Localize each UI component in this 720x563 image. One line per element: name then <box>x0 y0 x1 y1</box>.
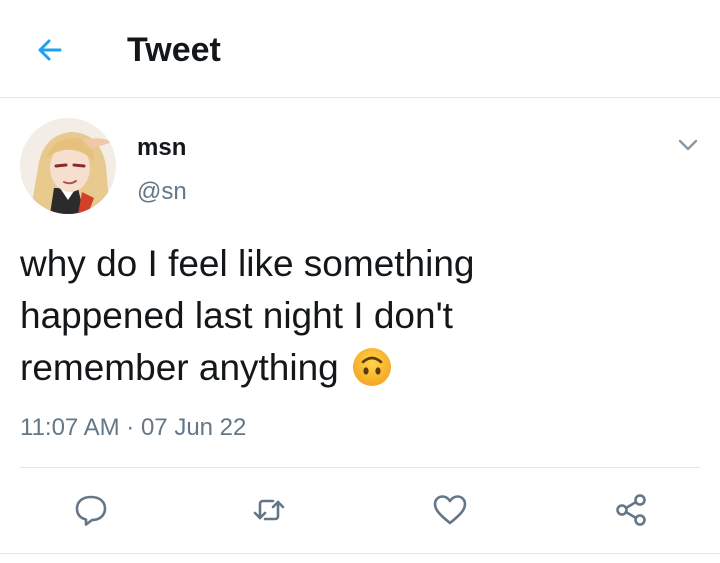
reply-button[interactable] <box>69 488 113 532</box>
retweet-icon <box>253 499 285 521</box>
user-handle[interactable]: @sn <box>137 177 187 207</box>
upside-down-face-emoji <box>351 346 393 388</box>
page-title: Tweet <box>127 31 221 69</box>
display-name[interactable]: msn <box>137 133 186 163</box>
arrow-left-icon <box>38 39 62 61</box>
tweet-text-line: why do I feel like something <box>20 243 475 284</box>
more-options-button[interactable] <box>672 132 704 158</box>
heart-icon <box>433 495 467 525</box>
tweet-text-line: remember anything <box>20 342 660 394</box>
share-button[interactable] <box>609 488 653 532</box>
divider <box>0 553 720 554</box>
reply-icon <box>75 495 107 526</box>
divider <box>20 467 700 468</box>
tweet-text: why do I feel like something happened la… <box>20 238 660 394</box>
chevron-down-icon <box>678 139 698 151</box>
tweet-text-fragment: remember anything <box>20 347 339 388</box>
header-bar: Tweet <box>0 0 720 98</box>
tweet-text-line: happened last night I don't <box>20 295 453 336</box>
tweet-timestamp: 11:07 AM · 07 Jun 22 <box>20 414 247 441</box>
share-icon <box>616 494 646 526</box>
back-button[interactable] <box>30 30 70 70</box>
like-button[interactable] <box>428 488 472 532</box>
retweet-button[interactable] <box>247 488 291 532</box>
avatar[interactable] <box>20 118 116 214</box>
